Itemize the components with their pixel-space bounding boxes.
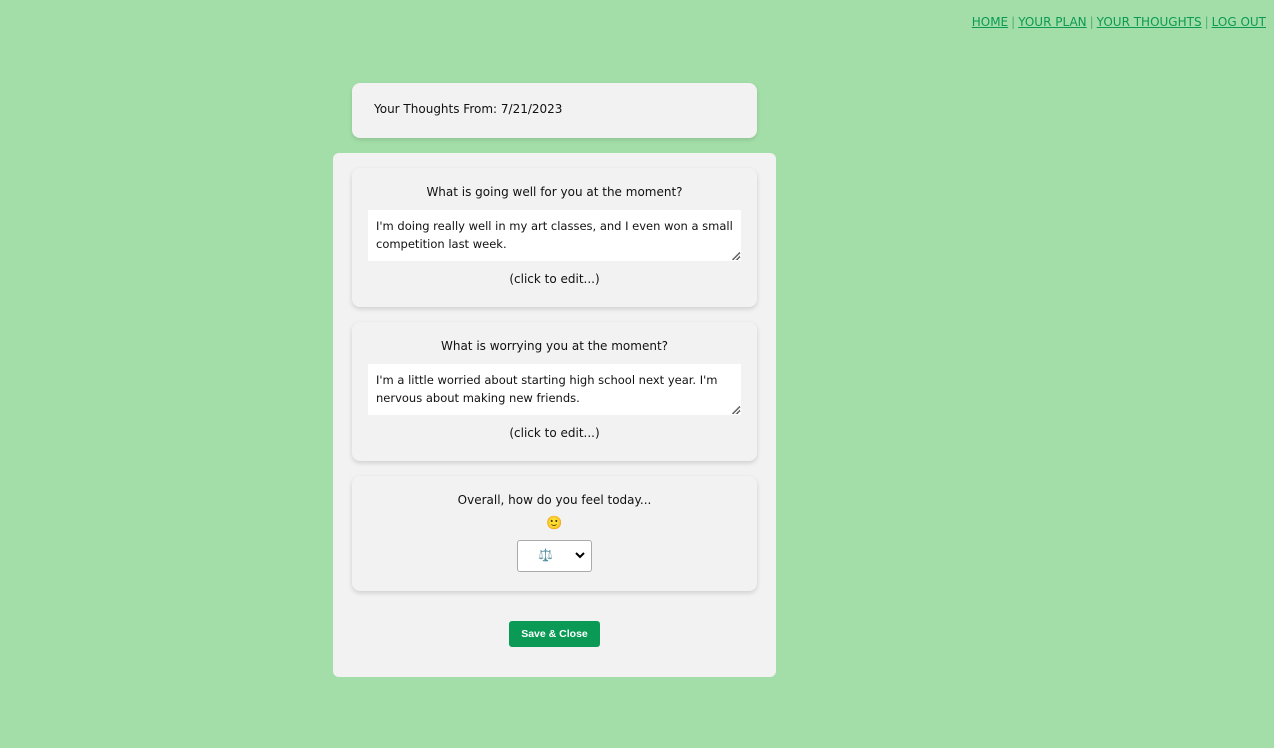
nav-log-out-link[interactable]: LOG OUT [1212,15,1266,29]
question-prompt: What is going well for you at the moment… [426,185,683,199]
save-close-button[interactable]: Save & Close [509,621,600,647]
nav-separator: | [1089,15,1094,29]
answer-textarea-going-well[interactable]: I'm doing really well in my art classes,… [368,210,741,261]
smile-emoji-icon: 🙂 [546,516,563,531]
edit-hint[interactable]: (click to edit...) [352,426,757,440]
question-card-worrying: What is worrying you at the moment? I'm … [352,322,757,461]
thoughts-page: { "nav": { "items": [ {"label": "HOME"},… [0,0,1274,748]
mood-card: Overall, how do you feel today... 🙂 ⚖️ [352,476,757,591]
chevron-down-icon [575,548,585,565]
nav-home-link[interactable]: HOME [972,15,1008,29]
mood-prompt: Overall, how do you feel today... [457,493,652,507]
edit-hint[interactable]: (click to edit...) [352,272,757,286]
nav-separator: | [1204,15,1209,29]
page-title: Your Thoughts From: 7/21/2023 [374,102,563,116]
nav-separator: | [1011,15,1016,29]
top-nav: HOME | YOUR PLAN | YOUR THOUGHTS | LOG OUT [972,15,1266,29]
question-prompt: What is worrying you at the moment? [440,339,669,353]
thoughts-date-header: Your Thoughts From: 7/21/2023 [352,83,757,138]
nav-your-thoughts-link[interactable]: YOUR THOUGHTS [1097,15,1202,29]
question-card-going-well: What is going well for you at the moment… [352,168,757,307]
resize-grip-icon[interactable] [732,252,740,260]
resize-grip-icon[interactable] [732,406,740,414]
nav-your-plan-link[interactable]: YOUR PLAN [1018,15,1086,29]
mood-select[interactable]: ⚖️ [517,540,592,572]
thoughts-panel: What is going well for you at the moment… [333,153,776,677]
answer-textarea-worrying[interactable]: I'm a little worried about starting high… [368,364,741,415]
mood-selected-value: ⚖️ [538,548,553,562]
